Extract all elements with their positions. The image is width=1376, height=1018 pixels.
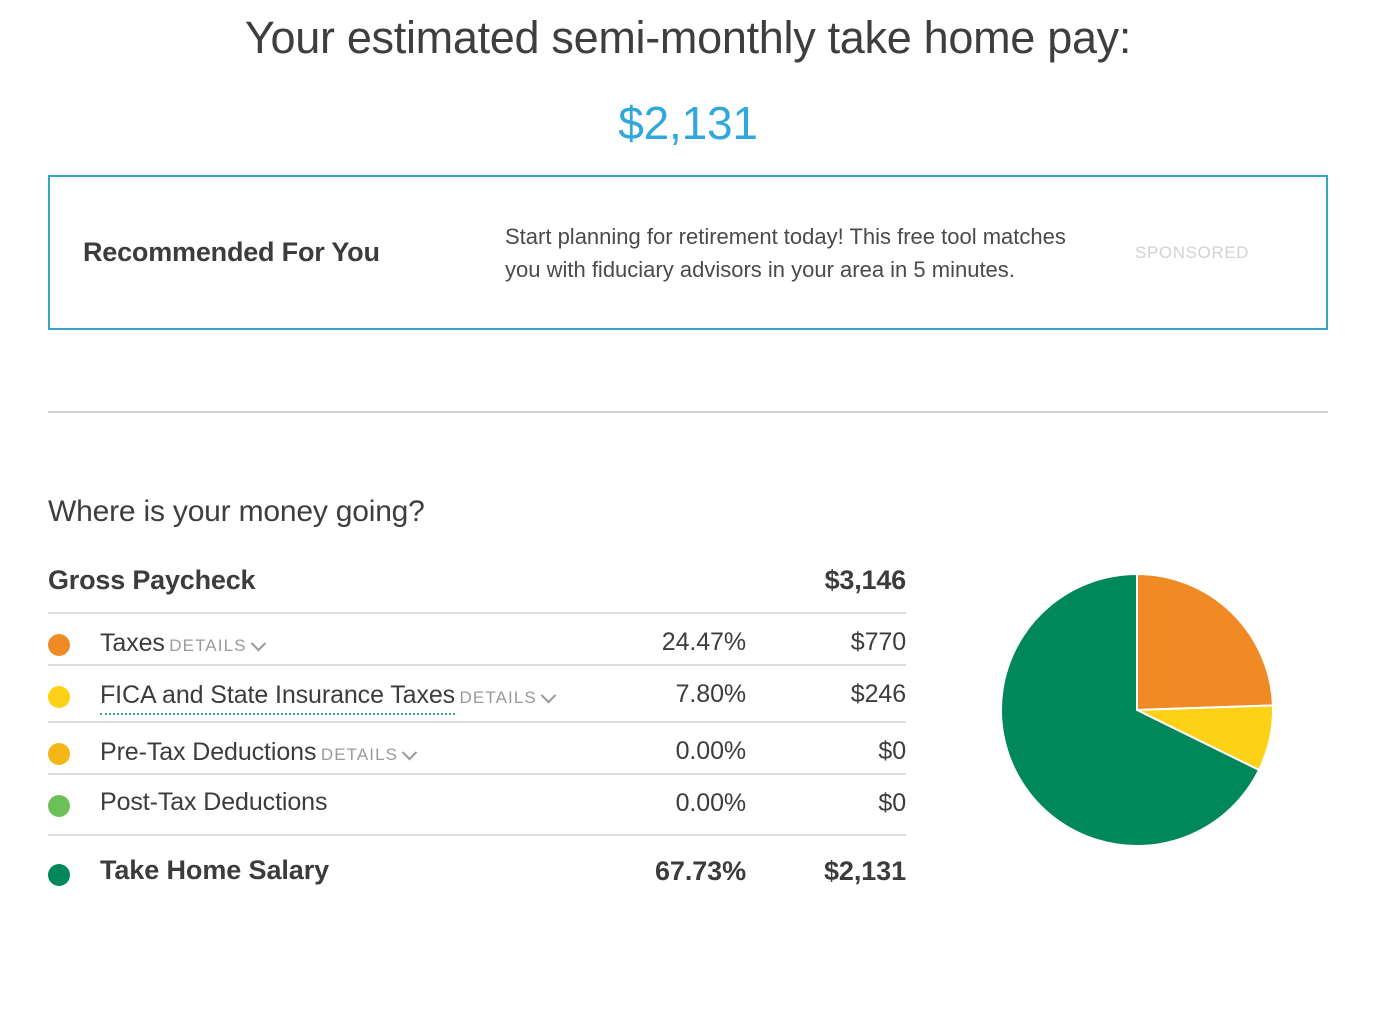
row-percent: 0.00% bbox=[675, 737, 746, 765]
row-amount: $0 bbox=[878, 789, 906, 817]
legend-swatch-posttax bbox=[48, 787, 100, 817]
details-toggle-taxes[interactable]: DETAILS bbox=[169, 635, 266, 656]
color-dot-icon bbox=[48, 864, 70, 886]
row-amount: $246 bbox=[850, 680, 906, 708]
section-divider bbox=[48, 411, 1328, 413]
row-percent: 67.73% bbox=[655, 856, 746, 886]
color-dot-icon bbox=[48, 795, 70, 817]
paycheck-calculator-results: Your estimated semi-monthly take home pa… bbox=[0, 0, 1376, 1018]
color-dot-icon bbox=[48, 686, 70, 708]
page-title: Your estimated semi-monthly take home pa… bbox=[244, 12, 1132, 63]
gross-paycheck-value: $3,146 bbox=[824, 565, 907, 595]
row-percent: 0.00% bbox=[675, 789, 746, 817]
paycheck-breakdown-table: Gross Paycheck $3,146 Taxes DETAILS 24.4… bbox=[48, 565, 906, 891]
gross-paycheck-label: Gross Paycheck bbox=[48, 565, 256, 595]
color-dot-icon bbox=[48, 634, 70, 656]
table-row: Taxes DETAILS 24.47% $770 bbox=[48, 612, 906, 664]
chevron-down-icon bbox=[401, 744, 418, 760]
details-toggle-pretax[interactable]: DETAILS bbox=[320, 744, 418, 765]
legend-swatch-pretax bbox=[48, 735, 100, 765]
legend-swatch-taxes bbox=[48, 626, 100, 656]
row-label: Post-Tax Deductions bbox=[100, 788, 328, 816]
breakdown-section-title: Where is your money going? bbox=[48, 495, 425, 528]
row-percent: 24.47% bbox=[661, 628, 746, 656]
row-label: Pre-Tax Deductions bbox=[100, 738, 317, 766]
row-percent: 7.80% bbox=[675, 680, 746, 708]
details-toggle-fica[interactable]: DETAILS bbox=[459, 687, 557, 708]
table-row: Post-Tax Deductions 0.00% $0 bbox=[48, 773, 906, 834]
details-label: DETAILS bbox=[169, 636, 247, 655]
legend-swatch-takehome bbox=[48, 854, 100, 886]
table-row: FICA and State Insurance Taxes DETAILS 7… bbox=[48, 664, 906, 721]
chevron-down-icon bbox=[250, 635, 266, 651]
row-label-with-tooltip[interactable]: FICA and State Insurance Taxes bbox=[100, 680, 455, 715]
pie-slice[interactable] bbox=[1136, 573, 1274, 712]
details-label: DETAILS bbox=[459, 688, 537, 707]
row-amount: $0 bbox=[878, 737, 906, 765]
color-dot-icon bbox=[48, 743, 70, 765]
pie-chart-svg bbox=[1000, 573, 1274, 847]
paycheck-pie-chart bbox=[1000, 573, 1274, 847]
legend-swatch-fica bbox=[48, 678, 100, 708]
row-label: Taxes bbox=[100, 629, 165, 657]
row-amount: $2,131 bbox=[824, 856, 906, 886]
sponsored-promo-card[interactable]: Recommended For You Start planning for r… bbox=[48, 175, 1328, 330]
chevron-down-icon bbox=[540, 687, 557, 703]
row-label: Take Home Salary bbox=[100, 855, 330, 885]
sponsored-label: SPONSORED bbox=[1135, 242, 1250, 262]
table-row: Pre-Tax Deductions DETAILS 0.00% $0 bbox=[48, 721, 906, 773]
details-label: DETAILS bbox=[320, 745, 399, 764]
row-amount: $770 bbox=[850, 628, 906, 656]
table-row: Take Home Salary 67.73% $2,131 bbox=[48, 834, 906, 891]
promo-title: Recommended For You bbox=[83, 237, 380, 267]
promo-body-text: Start planning for retirement today! Thi… bbox=[505, 223, 1066, 282]
table-row-gross: Gross Paycheck $3,146 bbox=[48, 565, 906, 612]
take-home-pay-amount: $2,131 bbox=[618, 97, 758, 149]
